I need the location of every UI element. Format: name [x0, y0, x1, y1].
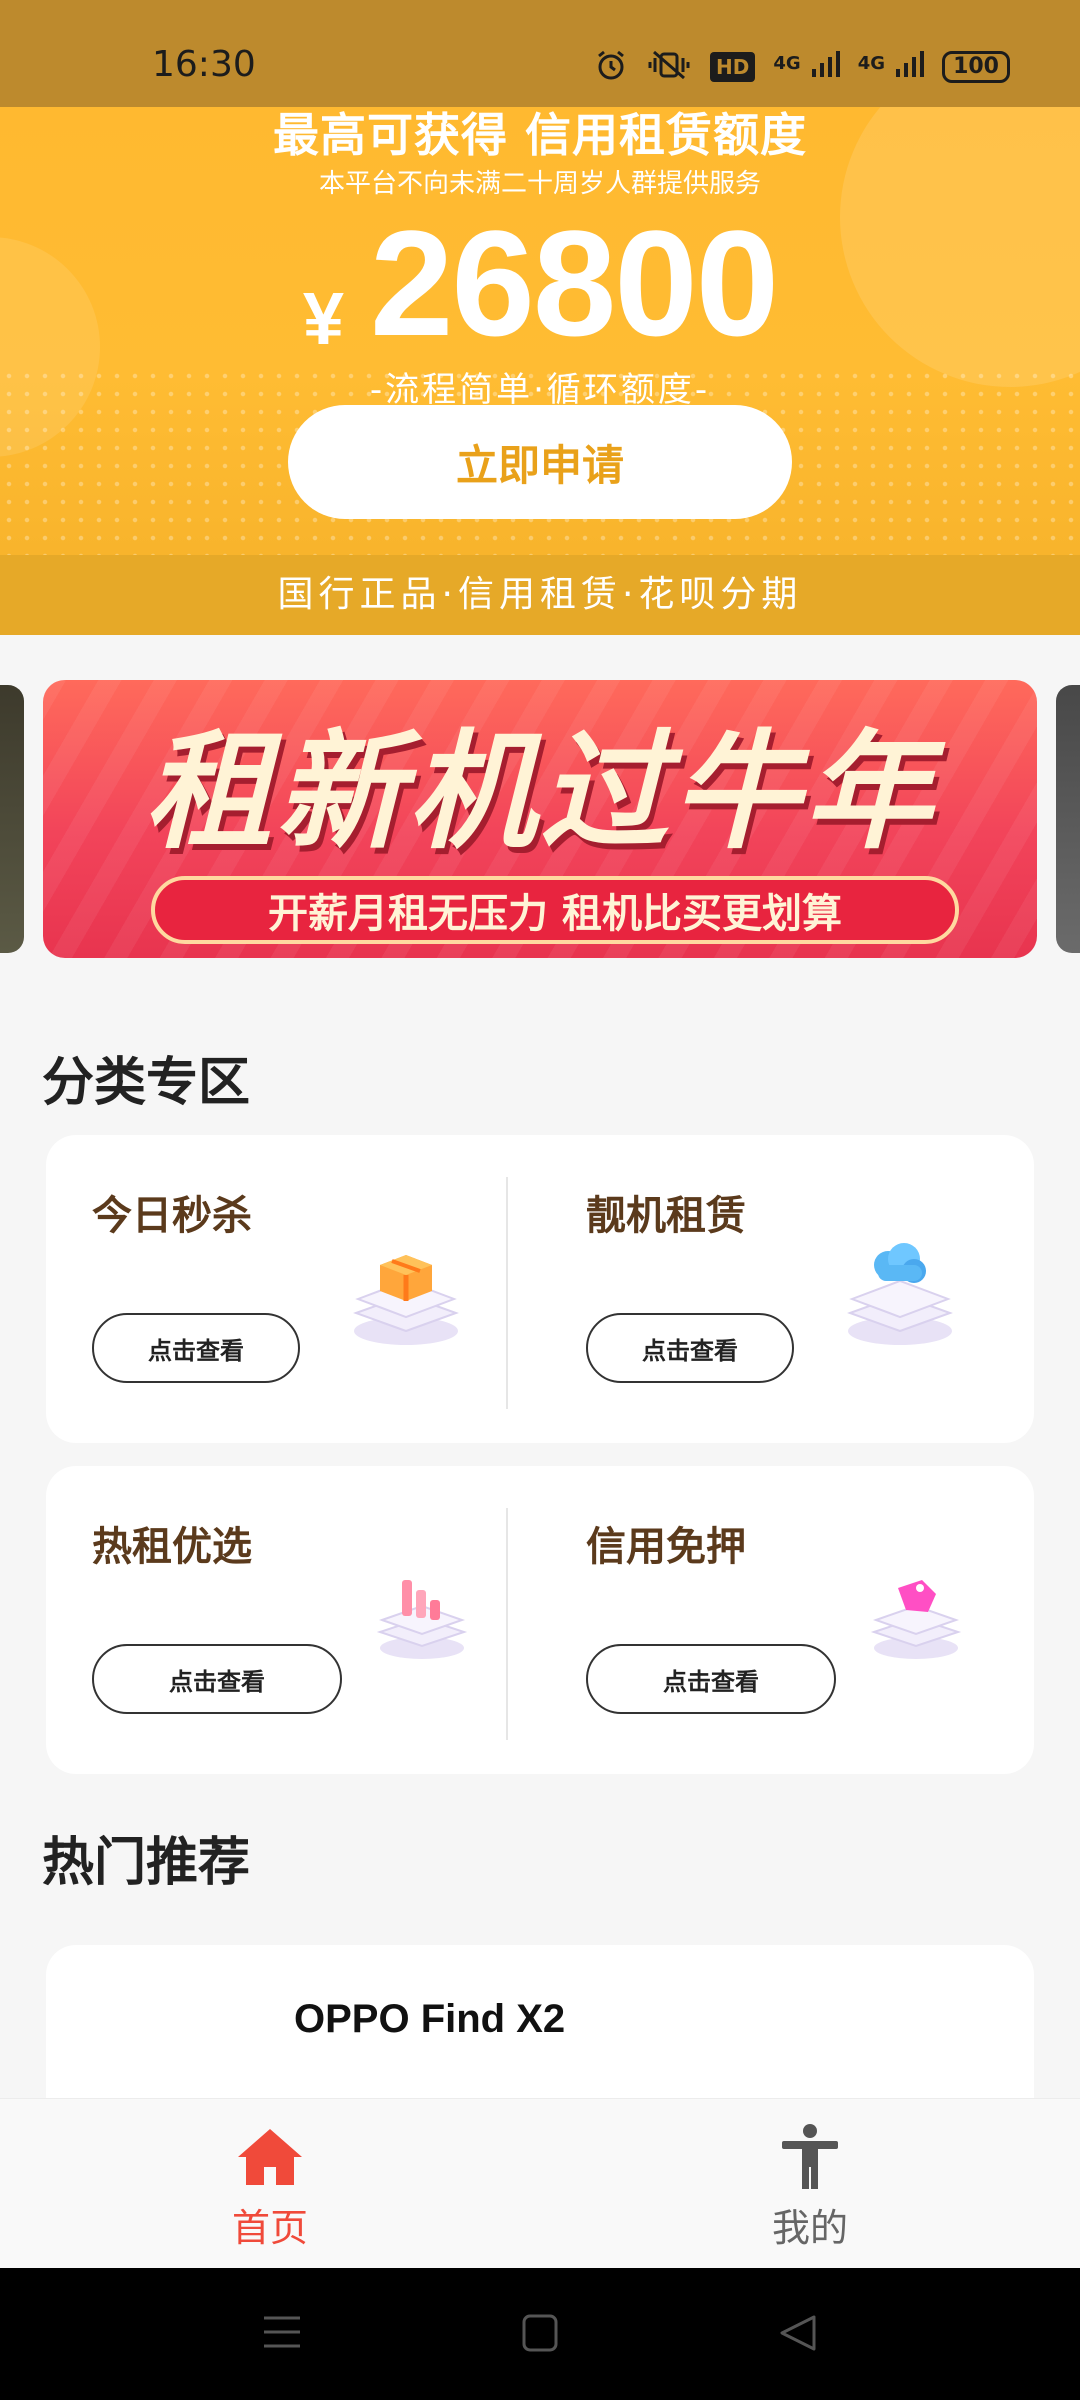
- back-icon[interactable]: [778, 2314, 818, 2356]
- carousel-next-slide[interactable]: [1056, 685, 1080, 953]
- view-button[interactable]: 点击查看: [586, 1313, 794, 1383]
- view-button[interactable]: 点击查看: [92, 1644, 342, 1714]
- banner-subtitle: 开薪月租无压力 租机比买更划算: [151, 876, 959, 944]
- currency-symbol: ¥: [302, 277, 345, 361]
- home-icon: [236, 2127, 304, 2191]
- section-title-category: 分类专区: [42, 1053, 251, 1113]
- menu-icon[interactable]: [262, 2314, 302, 2354]
- amount-value: 26800: [370, 199, 779, 367]
- category-deposit-free[interactable]: 信用免押 点击查看: [540, 1466, 1034, 1774]
- category-flash-sale[interactable]: 今日秒杀 点击查看: [46, 1135, 540, 1443]
- banner-title: 租新机过牛年: [143, 718, 936, 867]
- tab-label: 我的: [771, 2206, 848, 2250]
- category-name: 热租优选: [92, 1524, 252, 1570]
- status-icons: HD 4G 4G 100: [594, 48, 1010, 86]
- product-card[interactable]: OPPO Find X2: [46, 1945, 1034, 2105]
- category-card: 今日秒杀 点击查看 靓机租赁 点击查看: [46, 1135, 1034, 1443]
- apply-button[interactable]: 立即申请: [288, 405, 792, 519]
- hero-banner: 最高可获得 信用租赁额度 本平台不向未满二十周岁人群提供服务 ¥26800 -流…: [0, 107, 1080, 555]
- view-button[interactable]: 点击查看: [92, 1313, 300, 1383]
- status-time: 16:30: [152, 44, 256, 85]
- tab-mine[interactable]: 我的: [690, 2099, 930, 2269]
- hero-tagline: -流程简单·循环额度-: [369, 370, 711, 410]
- credit-amount: ¥26800: [0, 197, 1080, 373]
- hero-subtitle: 本平台不向未满二十周岁人群提供服务: [318, 169, 761, 199]
- cloud-icon: [840, 1235, 960, 1359]
- tab-home[interactable]: 首页: [150, 2099, 390, 2269]
- hero-title: 最高可获得 信用租赁额度: [272, 108, 807, 162]
- tab-label: 首页: [231, 2206, 308, 2250]
- bar-chart-icon: [372, 1566, 472, 1670]
- category-name: 信用免押: [586, 1524, 746, 1570]
- gift-box-icon: [346, 1235, 466, 1359]
- category-divider: [506, 1177, 508, 1409]
- network-label: 4G: [857, 52, 885, 74]
- section-title-hot: 热门推荐: [42, 1833, 251, 1893]
- product-name: OPPO Find X2: [294, 1997, 566, 2041]
- category-hot-picks[interactable]: 热租优选 点击查看: [46, 1466, 540, 1774]
- view-button[interactable]: 点击查看: [586, 1644, 836, 1714]
- alarm-icon: [594, 48, 628, 86]
- category-divider: [506, 1508, 508, 1740]
- category-name: 靓机租赁: [586, 1193, 746, 1239]
- vibrate-mute-icon: [646, 48, 692, 86]
- feature-strip: 国行正品·信用租赁·花呗分期: [0, 555, 1080, 635]
- tag-icon: [866, 1566, 966, 1670]
- bottom-tab-bar: 首页 我的: [0, 2098, 1080, 2269]
- status-bar: 16:30 HD 4G 4G 100: [0, 0, 1080, 107]
- category-name: 今日秒杀: [92, 1193, 252, 1239]
- hd-icon: HD: [709, 52, 756, 82]
- signal-4g-icon: 4G: [773, 49, 840, 86]
- promo-banner[interactable]: 租新机过牛年 开薪月租无压力 租机比买更划算: [43, 680, 1037, 958]
- home-square-icon[interactable]: [522, 2314, 558, 2356]
- battery-icon: 100: [942, 51, 1010, 83]
- category-card: 热租优选 点击查看 信用免押 点击查看: [46, 1466, 1034, 1774]
- person-icon: [780, 2123, 840, 2193]
- category-premium-rental[interactable]: 靓机租赁 点击查看: [540, 1135, 1034, 1443]
- system-nav-bar: [0, 2268, 1080, 2400]
- carousel-prev-slide[interactable]: [0, 685, 24, 953]
- signal-4g-icon: 4G: [857, 49, 925, 86]
- network-label: 4G: [773, 52, 801, 74]
